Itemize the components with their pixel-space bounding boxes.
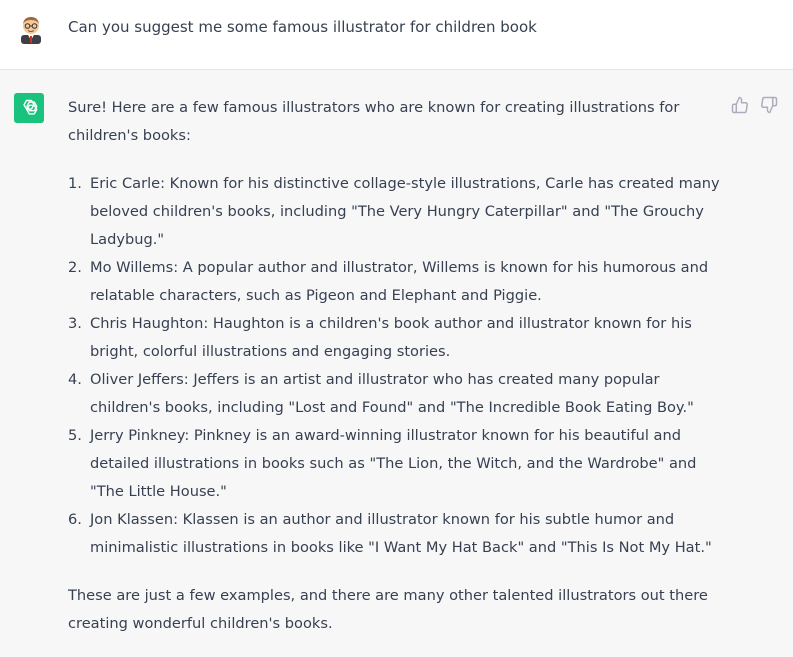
list-item-text: Mo Willems: A popular author and illustr… [90,259,709,304]
list-item-number: 1. [68,175,82,192]
thumbs-down-icon[interactable] [760,96,778,114]
list-item: 6. Jon Klassen: Klassen is an author and… [68,506,728,562]
list-item-number: 2. [68,259,82,276]
thumbs-up-icon[interactable] [731,96,749,114]
assistant-message-content: Sure! Here are a few famous illustrators… [68,94,728,638]
list-item-text: Jon Klassen: Klassen is an author and il… [90,511,712,556]
chatgpt-logo-icon [14,93,44,123]
list-item-text: Eric Carle: Known for his distinctive co… [90,175,720,248]
list-item-text: Oliver Jeffers: Jeffers is an artist and… [90,371,694,416]
list-item-number: 3. [68,315,82,332]
assistant-outro-text: These are just a few examples, and there… [68,587,708,632]
assistant-message-row: Sure! Here are a few famous illustrators… [0,70,793,657]
user-message-text: Can you suggest me some famous illustrat… [68,18,537,36]
list-item-number: 5. [68,427,82,444]
list-item-text: Chris Haughton: Haughton is a children's… [90,315,692,360]
user-message-row: Can you suggest me some famous illustrat… [0,0,793,70]
list-item-number: 4. [68,371,82,388]
cartoon-person-avatar-icon [21,17,41,44]
list-item: 2. Mo Willems: A popular author and illu… [68,254,728,310]
list-item-number: 6. [68,511,82,528]
illustrator-list: 1. Eric Carle: Known for his distinctive… [68,170,728,562]
list-item: 3. Chris Haughton: Haughton is a childre… [68,310,728,366]
list-item: 1. Eric Carle: Known for his distinctive… [68,170,728,254]
list-item: 4. Oliver Jeffers: Jeffers is an artist … [68,366,728,422]
list-item-text: Jerry Pinkney: Pinkney is an award-winni… [90,427,697,500]
assistant-intro-text: Sure! Here are a few famous illustrators… [68,99,680,144]
list-item: 5. Jerry Pinkney: Pinkney is an award-wi… [68,422,728,506]
